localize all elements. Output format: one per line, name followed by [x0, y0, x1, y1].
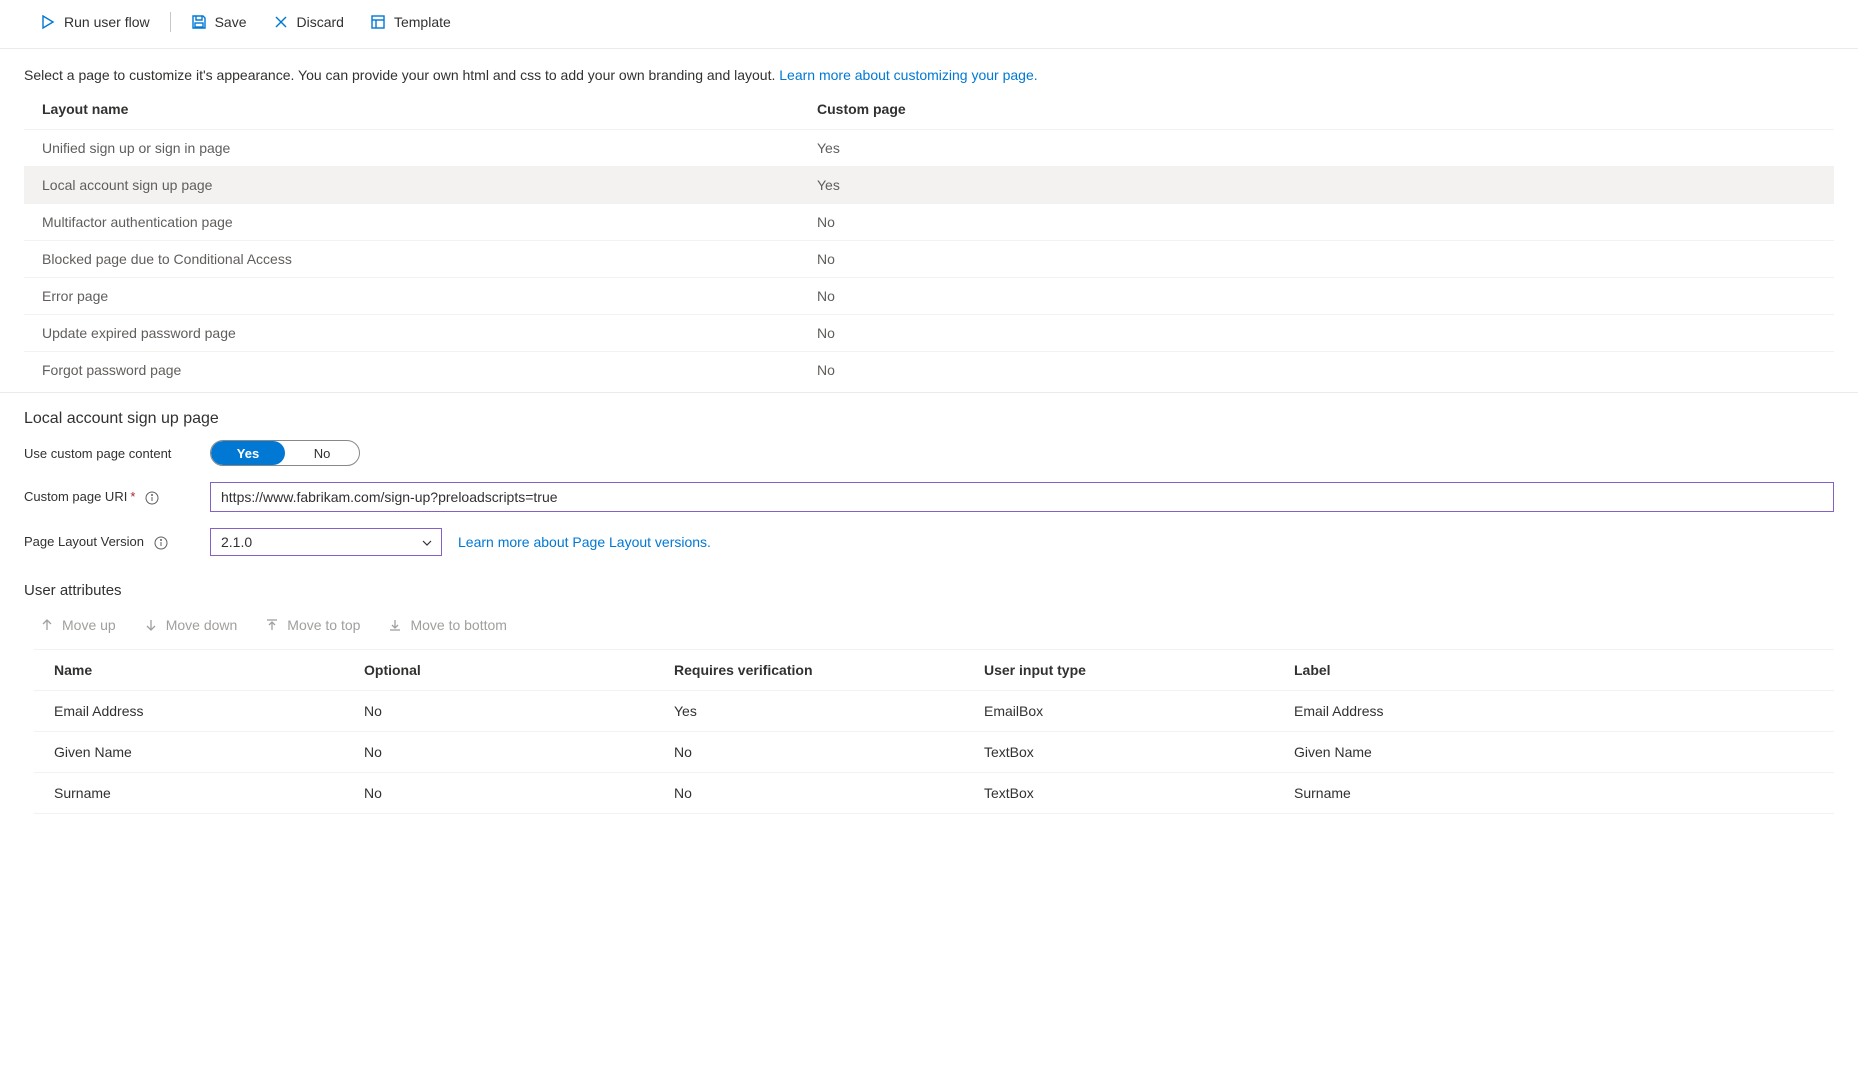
close-icon	[273, 14, 289, 30]
custom-uri-label: Custom page URI*	[24, 489, 210, 505]
run-label: Run user flow	[64, 14, 150, 30]
toggle-yes[interactable]: Yes	[211, 441, 285, 465]
custom-page-cell: Yes	[817, 140, 1834, 156]
custom-page-cell: No	[817, 325, 1834, 341]
attr-cell-requires: No	[674, 744, 984, 760]
layout-row[interactable]: Forgot password pageNo	[24, 351, 1834, 388]
attr-row[interactable]: SurnameNoNoTextBoxSurname	[34, 773, 1834, 814]
attr-cell-optional: No	[364, 703, 674, 719]
col-optional: Optional	[364, 662, 674, 678]
layout-detail: Local account sign up page Use custom pa…	[0, 398, 1858, 556]
info-icon[interactable]	[154, 536, 168, 550]
layout-row[interactable]: Local account sign up pageYes	[24, 166, 1834, 203]
layout-row[interactable]: Update expired password pageNo	[24, 314, 1834, 351]
col-custom-page: Custom page	[817, 101, 1834, 117]
discard-button[interactable]: Discard	[263, 10, 354, 34]
version-learn-more-link[interactable]: Learn more about Page Layout versions.	[458, 534, 711, 550]
move-down-label: Move down	[166, 617, 238, 633]
template-button[interactable]: Template	[360, 10, 461, 34]
layout-row[interactable]: Multifactor authentication pageNo	[24, 203, 1834, 240]
use-custom-label: Use custom page content	[24, 446, 210, 461]
version-value: 2.1.0	[221, 534, 252, 550]
attr-cell-input: TextBox	[984, 785, 1294, 801]
play-icon	[40, 14, 56, 30]
custom-page-cell: No	[817, 288, 1834, 304]
required-asterisk: *	[130, 489, 135, 504]
layout-name-cell: Local account sign up page	[42, 177, 817, 193]
layout-row[interactable]: Unified sign up or sign in pageYes	[24, 129, 1834, 166]
user-attributes-title: User attributes	[24, 582, 1858, 599]
col-requires: Requires verification	[674, 662, 984, 678]
save-label: Save	[215, 14, 247, 30]
move-to-bottom-button[interactable]: Move to bottom	[376, 613, 519, 637]
attr-cell-requires: No	[674, 785, 984, 801]
col-layout-name: Layout name	[42, 101, 817, 117]
intro-text: Select a page to customize it's appearan…	[0, 49, 1858, 93]
intro-body: Select a page to customize it's appearan…	[24, 67, 779, 83]
layout-name-cell: Update expired password page	[42, 325, 817, 341]
discard-label: Discard	[297, 14, 344, 30]
detail-title: Local account sign up page	[24, 410, 1858, 428]
save-button[interactable]: Save	[181, 10, 257, 34]
move-down-button[interactable]: Move down	[132, 613, 250, 637]
learn-more-link[interactable]: Learn more about customizing your page.	[779, 67, 1037, 83]
save-icon	[191, 14, 207, 30]
move-top-label: Move to top	[287, 617, 360, 633]
custom-page-cell: No	[817, 214, 1834, 230]
custom-page-cell: No	[817, 251, 1834, 267]
toolbar-separator	[170, 12, 171, 32]
layout-row[interactable]: Error pageNo	[24, 277, 1834, 314]
version-label: Page Layout Version	[24, 534, 210, 550]
version-select[interactable]: 2.1.0	[210, 528, 442, 556]
attr-cell-label: Given Name	[1294, 744, 1834, 760]
use-custom-toggle[interactable]: Yes No	[210, 440, 360, 466]
attr-cell-name: Surname	[54, 785, 364, 801]
page-layout-version-row: Page Layout Version 2.1.0 Learn more abo…	[24, 528, 1858, 556]
attr-cell-label: Email Address	[1294, 703, 1834, 719]
attr-cell-optional: No	[364, 744, 674, 760]
attr-cell-name: Email Address	[54, 703, 364, 719]
template-icon	[370, 14, 386, 30]
use-custom-row: Use custom page content Yes No	[24, 440, 1858, 466]
layouts-header: Layout name Custom page	[24, 93, 1834, 129]
layout-name-cell: Error page	[42, 288, 817, 304]
col-label: Label	[1294, 662, 1834, 678]
attr-cell-optional: No	[364, 785, 674, 801]
attr-cell-label: Surname	[1294, 785, 1834, 801]
move-up-label: Move up	[62, 617, 116, 633]
custom-page-cell: Yes	[817, 177, 1834, 193]
layouts-table: Layout name Custom page Unified sign up …	[24, 93, 1834, 388]
col-input-type: User input type	[984, 662, 1294, 678]
move-up-button[interactable]: Move up	[28, 613, 128, 637]
toggle-no[interactable]: No	[285, 441, 359, 465]
info-icon[interactable]	[145, 491, 159, 505]
attr-cell-input: TextBox	[984, 744, 1294, 760]
layout-name-cell: Forgot password page	[42, 362, 817, 378]
custom-uri-row: Custom page URI*	[24, 482, 1858, 512]
chevron-down-icon	[421, 536, 433, 548]
col-name: Name	[54, 662, 364, 678]
custom-uri-input[interactable]	[210, 482, 1834, 512]
attr-cell-input: EmailBox	[984, 703, 1294, 719]
attr-header: Name Optional Requires verification User…	[34, 649, 1834, 691]
attr-cell-name: Given Name	[54, 744, 364, 760]
attr-row[interactable]: Email AddressNoYesEmailBoxEmail Address	[34, 691, 1834, 732]
attr-row[interactable]: Given NameNoNoTextBoxGiven Name	[34, 732, 1834, 773]
layout-name-cell: Multifactor authentication page	[42, 214, 817, 230]
user-attributes-toolbar: Move up Move down Move to top Move to bo…	[0, 613, 1858, 649]
layout-name-cell: Blocked page due to Conditional Access	[42, 251, 817, 267]
template-label: Template	[394, 14, 451, 30]
attr-cell-requires: Yes	[674, 703, 984, 719]
run-user-flow-button[interactable]: Run user flow	[30, 10, 160, 34]
command-bar: Run user flow Save Discard Template	[0, 0, 1858, 49]
move-bottom-label: Move to bottom	[410, 617, 507, 633]
user-attributes-table: Name Optional Requires verification User…	[34, 649, 1834, 814]
layout-row[interactable]: Blocked page due to Conditional AccessNo	[24, 240, 1834, 277]
custom-page-cell: No	[817, 362, 1834, 378]
layout-name-cell: Unified sign up or sign in page	[42, 140, 817, 156]
move-to-top-button[interactable]: Move to top	[253, 613, 372, 637]
